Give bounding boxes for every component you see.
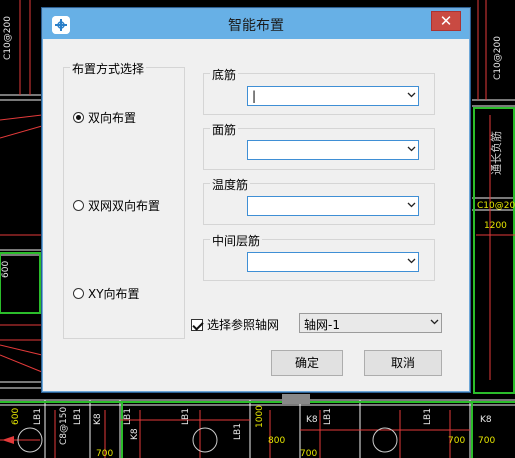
cad-label: 1000 <box>255 405 265 428</box>
bottom-bar-label: 底筋 <box>210 66 239 83</box>
ok-button[interactable]: 确定 <box>271 350 343 376</box>
smart-placement-dialog: 智能布置 ✕ 布置方式选择 双向布置 双网双向布置 XY向布置 底筋 | 面筋 … <box>42 8 470 392</box>
radio-double-mesh-two-way[interactable]: 双网双向布置 <box>73 197 160 214</box>
cad-label: LB1 <box>233 423 243 440</box>
cad-label: LB1 <box>323 408 333 425</box>
top-bar-select[interactable] <box>247 140 419 160</box>
cad-label: LB1 <box>423 408 433 425</box>
cad-label: C10@200 <box>493 36 503 80</box>
close-icon: ✕ <box>439 12 453 30</box>
reference-axis-label: 选择参照轴网 <box>207 318 280 332</box>
cad-label: 700 <box>478 436 495 446</box>
radio-xy[interactable]: XY向布置 <box>73 285 140 302</box>
bottom-bar-value: | <box>252 89 257 103</box>
bottom-bar-select[interactable]: | <box>247 86 419 106</box>
radio-double-mesh-label: 双网双向布置 <box>88 199 161 213</box>
cad-label: K8 <box>93 413 103 425</box>
reference-axis-checkbox-row[interactable]: 选择参照轴网 <box>191 316 279 333</box>
layout-mode-group-label: 布置方式选择 <box>70 60 147 77</box>
cad-label: 700 <box>300 449 317 458</box>
chevron-down-icon <box>407 146 416 152</box>
chevron-down-icon <box>407 202 416 208</box>
cad-label: 800 <box>268 436 285 446</box>
cad-label: LB1 <box>181 408 191 425</box>
chevron-down-icon <box>407 258 416 264</box>
close-button[interactable]: ✕ <box>431 11 461 31</box>
cad-label: 600 <box>11 408 21 425</box>
middle-layer-bar-label: 中间层筋 <box>210 232 263 249</box>
cad-label: LB1 <box>33 408 43 425</box>
chevron-down-icon <box>407 92 416 98</box>
radio-xy-label: XY向布置 <box>88 287 140 301</box>
chevron-down-icon <box>430 319 439 325</box>
cancel-button[interactable]: 取消 <box>364 350 442 376</box>
cad-label: K8 <box>306 415 318 425</box>
cad-label: 通长负筋 <box>489 131 503 175</box>
cad-label: LB1 <box>123 408 133 425</box>
cad-label: 600 <box>1 261 11 278</box>
temperature-bar-label: 温度筋 <box>210 176 251 193</box>
top-bar-label: 面筋 <box>210 121 239 138</box>
cad-label: C10@200 <box>3 16 13 60</box>
cad-label: K8 <box>130 428 140 440</box>
cad-label: 700 <box>448 436 465 446</box>
axis-grid-select[interactable]: 轴网-1 <box>299 313 442 333</box>
reference-axis-checkbox[interactable] <box>191 318 203 331</box>
cad-label: C10@200 <box>477 201 515 211</box>
middle-layer-bar-select[interactable] <box>247 252 419 272</box>
dialog-body: 布置方式选择 双向布置 双网双向布置 XY向布置 底筋 | 面筋 温度筋 中间层… <box>51 39 461 383</box>
cad-label: 1200 <box>484 221 507 231</box>
axis-grid-value: 轴网-1 <box>304 318 340 332</box>
cad-label: LB1 <box>73 408 83 425</box>
cad-label: C8@150 <box>59 407 69 445</box>
cad-label: 700 <box>96 449 113 458</box>
dialog-title: 智能布置 <box>228 18 284 34</box>
temperature-bar-select[interactable] <box>247 196 419 216</box>
radio-indicator[interactable] <box>73 112 84 123</box>
radio-indicator[interactable] <box>73 288 84 299</box>
dialog-titlebar[interactable]: 智能布置 ✕ <box>43 9 469 39</box>
radio-indicator[interactable] <box>73 200 84 211</box>
radio-two-way[interactable]: 双向布置 <box>73 109 136 126</box>
radio-two-way-label: 双向布置 <box>88 111 137 125</box>
cad-label: K8 <box>480 415 492 425</box>
